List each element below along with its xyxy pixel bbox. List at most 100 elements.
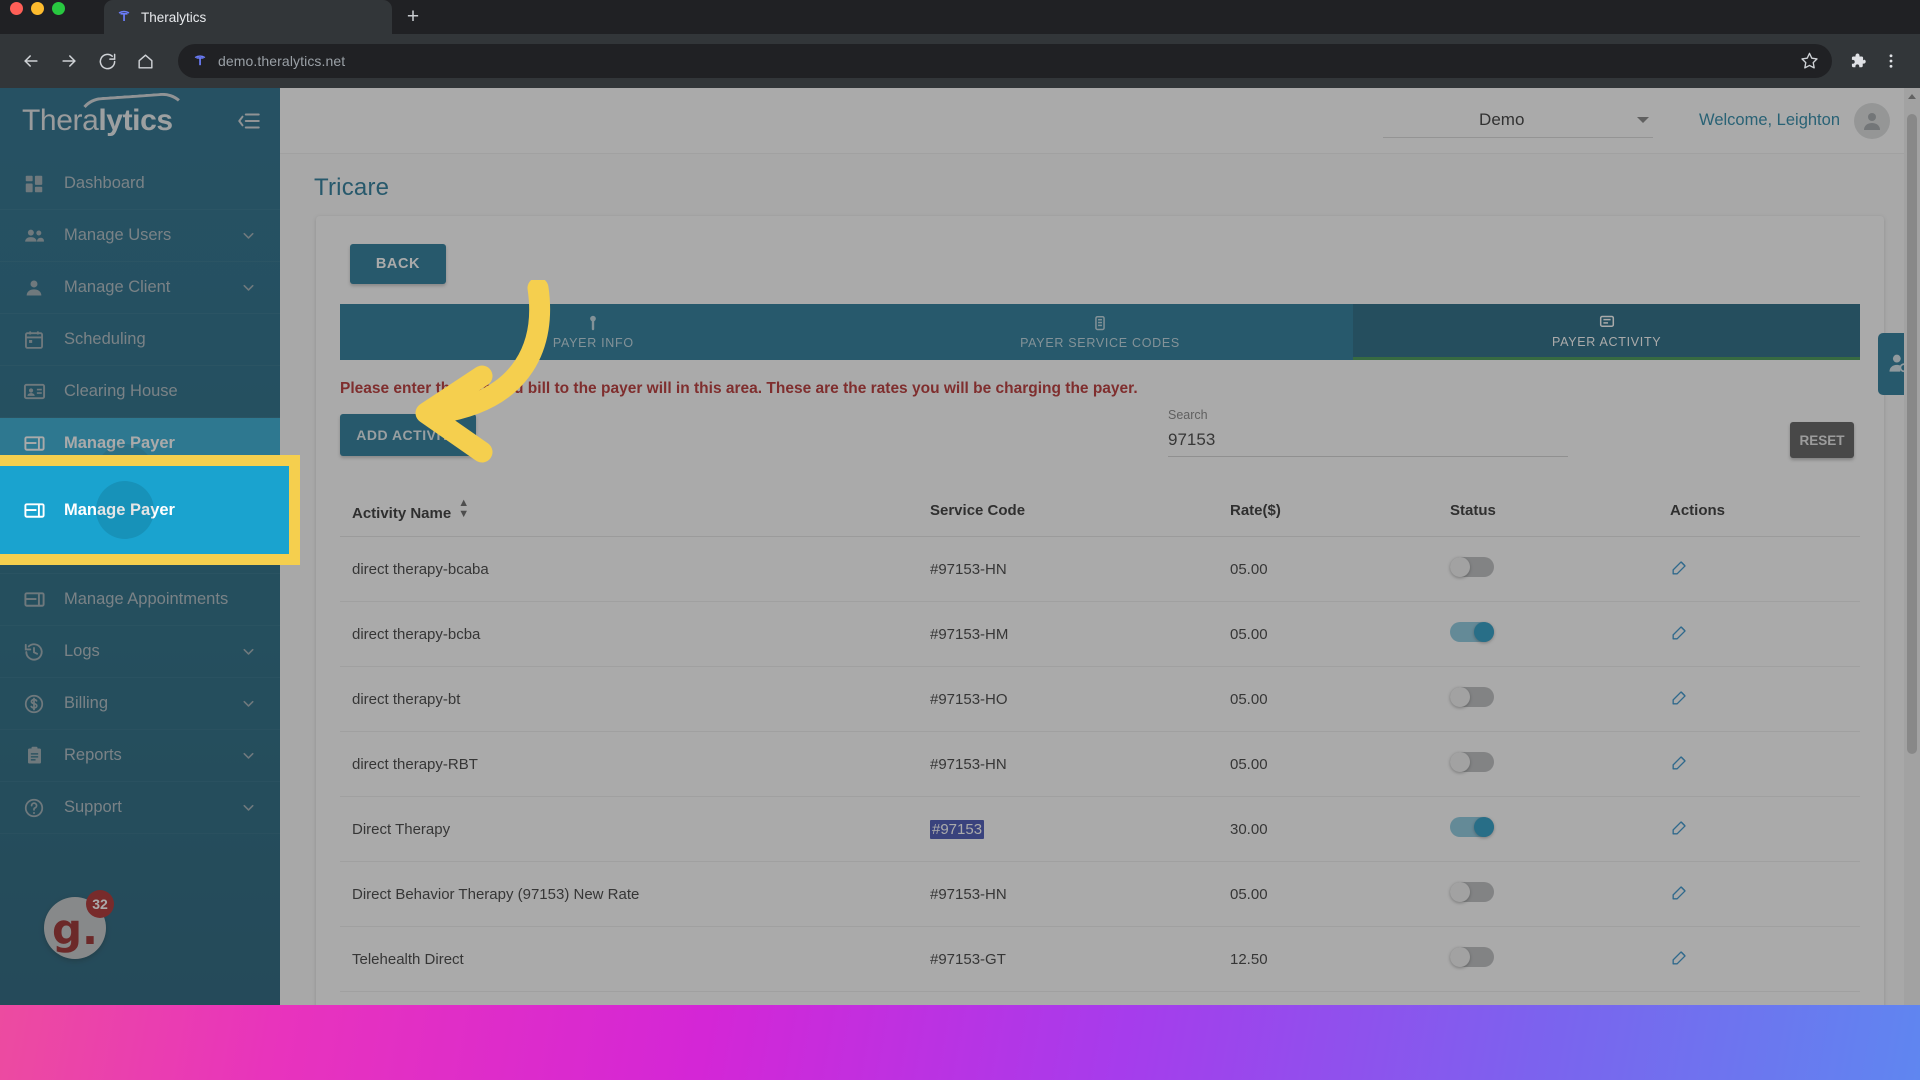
tab-payer-service-codes[interactable]: PAYER SERVICE CODES — [846, 304, 1354, 360]
edit-pencil-icon[interactable] — [1670, 558, 1690, 578]
table-row: Direct Behavior Therapy (97153) New Rate… — [340, 861, 1860, 927]
cell-rate: 12.50 — [1230, 926, 1450, 992]
chevron-down-icon[interactable] — [240, 279, 258, 297]
new-tab-button[interactable]: + — [398, 3, 428, 31]
cell-rate: 05.00 — [1230, 666, 1450, 732]
status-toggle[interactable] — [1450, 622, 1494, 642]
table-row: Direct Therapy #97153 30.00 — [340, 796, 1860, 862]
cell-service-code: #97153-HN — [930, 536, 1230, 602]
column-header-status: Status — [1450, 484, 1670, 537]
chevron-down-icon[interactable] — [240, 643, 258, 661]
add-activity-button[interactable]: ADD ACTIVITY — [340, 414, 476, 456]
minimize-window-button[interactable] — [31, 2, 44, 15]
sidebar-item-manage-payer[interactable]: Manage Payer — [0, 418, 280, 502]
sidebar-item-scheduling[interactable]: Scheduling — [0, 314, 280, 366]
sidebar-item-clearing-house[interactable]: Clearing House — [0, 366, 280, 418]
sidebar-item-manage-client[interactable]: Manage Client — [0, 262, 280, 314]
column-header-actions: Actions — [1670, 484, 1860, 537]
chevron-down-icon[interactable] — [240, 227, 258, 245]
sort-updown-icon[interactable]: ▲ ▼ — [458, 498, 469, 520]
edit-pencil-icon[interactable] — [1670, 623, 1690, 643]
guide-badge[interactable]: g. 32 — [44, 890, 114, 959]
brand-header: Theralytics — [0, 88, 280, 154]
chevron-down-icon[interactable] — [240, 695, 258, 713]
table-header-row: Activity Name ▲ ▼ Service Code Rate($) Status… — [340, 484, 1860, 537]
sidebar-item-masters-data-collection[interactable]: Masters Data Collection — [0, 522, 280, 574]
cell-actions — [1670, 926, 1860, 992]
browser-window: Theralytics + demo.theralytics.net Thera… — [0, 0, 1920, 1005]
sidebar-item-dashboard[interactable]: Dashboard — [0, 158, 280, 210]
user-avatar-icon[interactable] — [1854, 102, 1890, 139]
star-icon[interactable] — [1800, 51, 1820, 71]
search-input[interactable]: 97153 — [1168, 422, 1568, 457]
theralytics-logo: Theralytics — [22, 91, 189, 144]
status-toggle[interactable] — [1450, 557, 1494, 577]
browser-tab[interactable]: Theralytics — [104, 0, 392, 34]
chevron-down-icon[interactable] — [240, 539, 258, 557]
column-header-activity-name[interactable]: Activity Name ▲ ▼ — [340, 484, 930, 537]
toggle-knob — [1450, 947, 1470, 967]
home-icon[interactable] — [128, 44, 162, 78]
edit-pencil-icon[interactable] — [1670, 818, 1690, 838]
cell-service-code: #97153 — [930, 796, 1230, 862]
history-icon — [22, 640, 46, 664]
edit-pencil-icon[interactable] — [1670, 753, 1690, 773]
status-toggle[interactable] — [1450, 882, 1494, 902]
main-content: Demo Welcome, Leighton Tricare BACK PAYE… — [280, 88, 1920, 1005]
back-button[interactable]: BACK — [350, 244, 446, 284]
sidebar-item-logs[interactable]: Logs — [0, 626, 280, 678]
status-toggle[interactable] — [1450, 817, 1494, 837]
cell-actions — [1670, 731, 1860, 797]
scrollbar-thumb[interactable] — [1907, 114, 1917, 754]
app-sidebar: Theralytics Dashboard Manage Users Manage … — [0, 88, 280, 1005]
back-arrow-icon[interactable] — [14, 44, 48, 78]
three-dot-menu-icon[interactable] — [1876, 46, 1906, 76]
sidebar-item-label: Clearing House — [64, 382, 178, 400]
chevron-down-icon[interactable] — [240, 487, 258, 505]
sidebar-item-label: Scheduling — [64, 330, 146, 348]
reload-icon[interactable] — [90, 44, 124, 78]
cell-activity-name: direct therapy-bcba — [340, 601, 930, 667]
dashboard-icon — [22, 172, 46, 196]
calendar-icon — [22, 328, 46, 352]
tab-label: PAYER INFO — [552, 336, 634, 350]
sidebar-item-support[interactable]: Support — [0, 782, 280, 834]
puzzle-icon[interactable] — [1842, 46, 1872, 76]
edit-pencil-icon[interactable] — [1670, 688, 1690, 708]
collapse-menu-icon[interactable] — [236, 108, 262, 134]
sidebar-item-manage-appointments[interactable]: Manage Appointments — [0, 574, 280, 626]
reset-button[interactable]: RESET — [1790, 422, 1854, 458]
maximize-window-button[interactable] — [52, 2, 65, 15]
column-header-label: Service Code — [930, 501, 1026, 519]
edit-pencil-icon[interactable] — [1670, 883, 1690, 903]
sidebar-item-label: Logs — [64, 642, 100, 660]
organization-select[interactable]: Demo — [1383, 104, 1654, 138]
edit-pencil-icon[interactable] — [1670, 948, 1690, 968]
forward-arrow-icon[interactable] — [52, 44, 86, 78]
tab-payer-activity[interactable]: PAYER ACTIVITY — [1353, 304, 1861, 360]
welcome-label[interactable]: Welcome, Leighton — [1699, 111, 1840, 130]
service-code-text: #97153-HO — [930, 690, 1008, 708]
status-toggle[interactable] — [1450, 687, 1494, 707]
scroll-up-arrow-icon[interactable] — [1908, 94, 1916, 99]
cell-service-code: #97153-HO — [930, 666, 1230, 732]
sidebar-item-billing[interactable]: Billing — [0, 678, 280, 730]
chevron-down-icon[interactable] — [240, 747, 258, 765]
sidebar-item-manage-users[interactable]: Manage Users — [0, 210, 280, 262]
browser-tab-title: Theralytics — [141, 9, 207, 25]
cell-rate: 05.00 — [1230, 536, 1450, 602]
tab-payer-info[interactable]: PAYER INFO — [340, 304, 847, 360]
status-toggle[interactable] — [1450, 947, 1494, 967]
close-window-button[interactable] — [10, 2, 23, 15]
search-field-wrapper: Search 97153 — [1168, 408, 1568, 457]
column-header-label: Rate($) — [1230, 501, 1281, 519]
sidebar-item-reports[interactable]: Reports — [0, 730, 280, 782]
activity-table: Activity Name ▲ ▼ Service Code Rate($) Status… — [340, 484, 1860, 1005]
address-bar[interactable]: demo.theralytics.net — [178, 44, 1832, 78]
cell-status — [1450, 926, 1670, 992]
browser-tab-strip: Theralytics + — [0, 0, 1920, 34]
page-scrollbar[interactable] — [1904, 88, 1920, 1005]
chevron-down-icon[interactable] — [240, 799, 258, 817]
status-toggle[interactable] — [1450, 752, 1494, 772]
sidebar-item-masters[interactable]: Masters — [0, 470, 280, 522]
